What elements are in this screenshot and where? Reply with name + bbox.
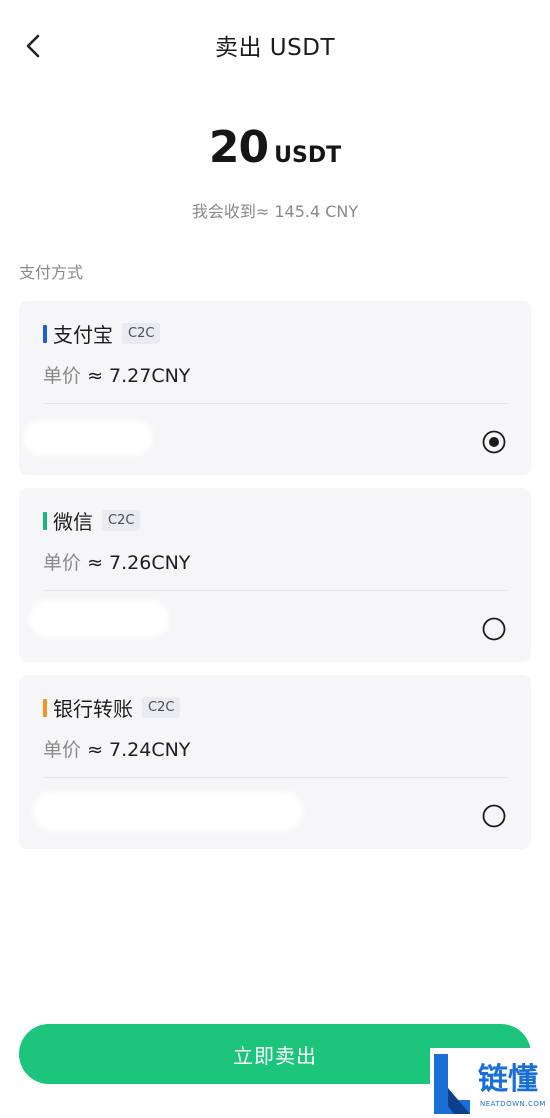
method-name: 银行转账 xyxy=(53,697,133,721)
unit-price: 单价 ≈ 7.24CNY xyxy=(43,735,190,762)
payment-option-header: 微信 C2C xyxy=(43,506,141,535)
unit-price-value: ≈ 7.24CNY xyxy=(87,739,191,761)
unit-price-label: 单价 xyxy=(43,739,82,761)
payment-option-alipay[interactable]: 支付宝 C2C 单价 ≈ 7.27CNY xyxy=(19,301,531,475)
radio-selected-icon[interactable] xyxy=(482,430,506,454)
unit-price-label: 单价 xyxy=(43,365,82,387)
watermark-subtext: NEATDOWN.COM xyxy=(480,1100,546,1108)
redacted-account-info xyxy=(23,421,153,455)
method-color-bar xyxy=(43,511,47,530)
unit-price: 单价 ≈ 7.27CNY xyxy=(43,361,190,388)
divider xyxy=(43,590,507,591)
amount-value: 20 xyxy=(208,122,269,173)
unit-price-value: ≈ 7.27CNY xyxy=(87,365,191,387)
c2c-tag: C2C xyxy=(102,510,141,531)
amount-display: 20 USDT xyxy=(0,122,550,173)
divider xyxy=(43,403,507,404)
unit-price-value: ≈ 7.26CNY xyxy=(87,552,191,574)
redacted-account-info xyxy=(29,600,169,638)
method-color-bar xyxy=(43,324,47,343)
payment-option-wechat[interactable]: 微信 C2C 单价 ≈ 7.26CNY xyxy=(19,488,531,662)
watermark: 链懂 NEATDOWN.COM xyxy=(430,1048,550,1118)
radio-unselected-icon[interactable] xyxy=(482,804,506,828)
watermark-text: 链懂 xyxy=(478,1062,538,1097)
watermark-logo-icon xyxy=(434,1054,470,1114)
radio-unselected-icon[interactable] xyxy=(482,617,506,641)
payment-option-bank-transfer[interactable]: 银行转账 C2C 单价 ≈ 7.24CNY xyxy=(19,675,531,849)
method-color-bar xyxy=(43,698,47,717)
redacted-account-info xyxy=(33,791,303,831)
method-name: 支付宝 xyxy=(53,323,113,347)
payment-method-label: 支付方式 xyxy=(19,263,84,282)
payment-option-header: 银行转账 C2C xyxy=(43,693,181,722)
unit-price-label: 单价 xyxy=(43,552,82,574)
divider xyxy=(43,777,507,778)
amount-unit: USDT xyxy=(274,143,342,168)
payment-option-header: 支付宝 C2C xyxy=(43,319,161,348)
header: 卖出 USDT xyxy=(0,0,550,92)
method-name: 微信 xyxy=(53,510,93,534)
page-title: 卖出 USDT xyxy=(214,35,335,61)
unit-price: 单价 ≈ 7.26CNY xyxy=(43,548,190,575)
receive-estimate: 我会收到≈ 145.4 CNY xyxy=(191,202,359,221)
c2c-tag: C2C xyxy=(142,697,181,718)
c2c-tag: C2C xyxy=(122,323,161,344)
